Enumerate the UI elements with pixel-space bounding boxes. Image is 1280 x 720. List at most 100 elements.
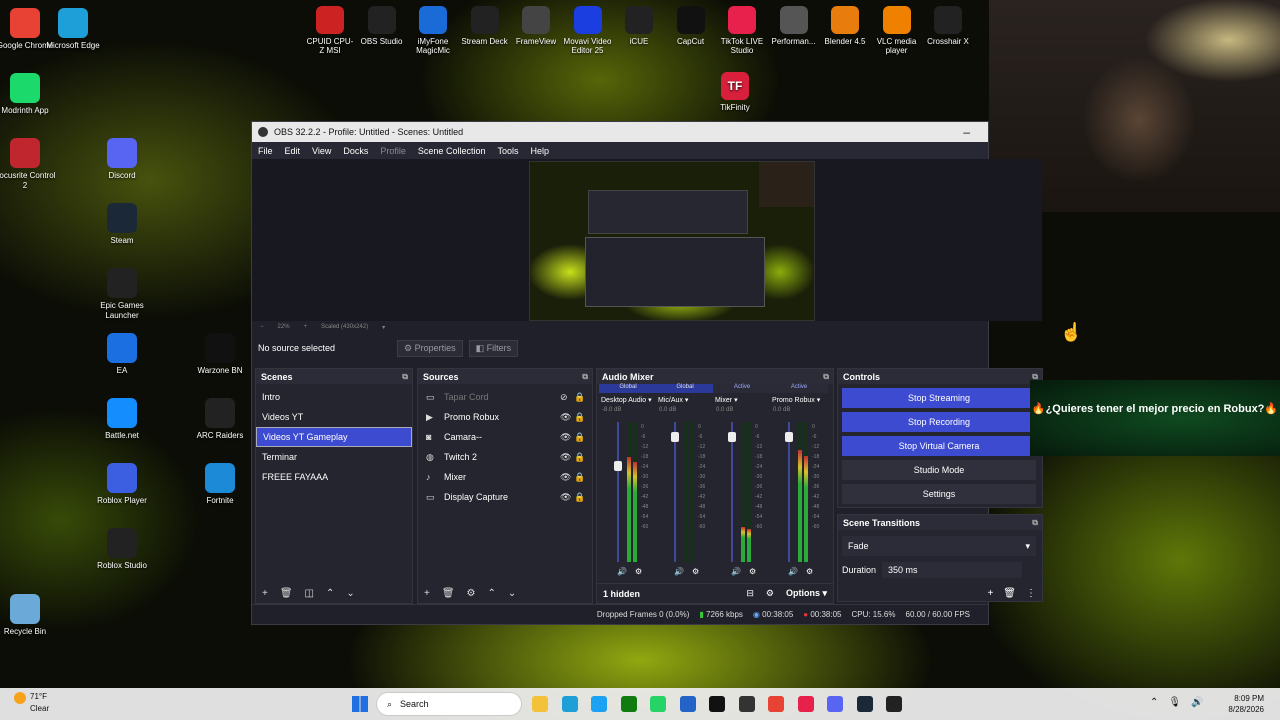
desktop-modrinth-shortcut[interactable]: Modrinth App: [0, 73, 56, 116]
taskbar-whatsapp-icon[interactable]: [650, 696, 666, 712]
source-item[interactable]: ◙ Camara-- 👁 🔒: [418, 427, 592, 447]
taskbar-tiktok-icon[interactable]: [709, 696, 725, 712]
start-button[interactable]: [352, 696, 368, 712]
channel-settings-icon[interactable]: ⚙: [806, 567, 813, 576]
taskbar-discord-icon[interactable]: [827, 696, 843, 712]
taskbar-file-explorer-icon[interactable]: [532, 696, 548, 712]
scene-item[interactable]: Videos YT: [256, 407, 412, 427]
menu-tools[interactable]: Tools: [491, 146, 524, 156]
desktop-fortnite-shortcut[interactable]: Fortnite: [189, 463, 251, 506]
volume-fader[interactable]: [614, 422, 622, 562]
down-icon[interactable]: ⌄: [508, 588, 516, 599]
volume-fader[interactable]: [728, 422, 736, 562]
duration-input[interactable]: 350 ms: [882, 562, 1023, 578]
add-icon[interactable]: +: [987, 588, 993, 599]
stop-streaming-button[interactable]: Stop Streaming: [842, 388, 1036, 408]
add-icon[interactable]: +: [424, 588, 430, 599]
add-icon[interactable]: +: [262, 588, 268, 599]
volume-fader[interactable]: [785, 422, 793, 562]
clock[interactable]: 8:09 PM 8/28/2026: [1228, 693, 1264, 715]
menu-edit[interactable]: Edit: [279, 146, 307, 156]
down-icon[interactable]: ⌄: [346, 588, 354, 599]
menu-docks[interactable]: Docks: [337, 146, 374, 156]
visibility-eye-icon[interactable]: 👁: [560, 432, 574, 443]
taskbar-chrome-icon[interactable]: [768, 696, 784, 712]
visibility-eye-icon[interactable]: ⊘: [560, 392, 574, 403]
trash-icon[interactable]: 🗑: [1003, 588, 1016, 599]
fader-knob[interactable]: [728, 432, 736, 443]
preview-area[interactable]: [252, 159, 1042, 321]
gear-icon[interactable]: ⚙: [467, 588, 476, 599]
zoom-level[interactable]: 22%: [278, 324, 290, 330]
desktop-streamdeck-shortcut[interactable]: Stream Deck: [460, 6, 510, 46]
trash-icon[interactable]: 🗑: [442, 588, 455, 599]
stop-recording-button[interactable]: Stop Recording: [842, 412, 1036, 432]
taskbar-twitter-icon[interactable]: [591, 696, 607, 712]
taskbar-store-icon[interactable]: [679, 696, 696, 712]
desktop-battlenet-shortcut[interactable]: Battle.net: [91, 398, 153, 441]
popout-icon[interactable]: ⧉: [582, 372, 588, 382]
taskbar-obs-active-icon[interactable]: [886, 696, 902, 712]
popout-icon[interactable]: ⧉: [823, 372, 829, 382]
desktop-arc-shortcut[interactable]: ARC Raiders: [189, 398, 251, 441]
mute-speaker-icon[interactable]: 🔊: [617, 567, 627, 576]
visibility-eye-icon[interactable]: 👁: [560, 472, 574, 483]
fader-knob[interactable]: [614, 461, 622, 471]
channel-name-dropdown[interactable]: Promo Robux ▾: [770, 393, 828, 407]
taskbar-obs-icon[interactable]: [738, 696, 755, 712]
menu-help[interactable]: Help: [524, 146, 555, 156]
channel-settings-icon[interactable]: ⚙: [692, 567, 699, 576]
channel-settings-icon[interactable]: ⚙: [635, 567, 642, 576]
desktop-steam-shortcut[interactable]: Steam: [91, 203, 153, 246]
source-item[interactable]: ◍ Twitch 2 👁 🔒: [418, 447, 592, 467]
desktop-edge-shortcut[interactable]: Microsoft Edge: [42, 8, 104, 51]
scene-item[interactable]: Terminar: [256, 447, 412, 467]
stop-virtual-camera-button[interactable]: Stop Virtual Camera: [842, 436, 1036, 456]
channel-name-dropdown[interactable]: Desktop Audio ▾: [599, 393, 657, 407]
taskbar-xbox-icon[interactable]: [620, 696, 637, 712]
mixer-settings-icon[interactable]: ⚙: [766, 588, 774, 599]
source-item[interactable]: ▶ Promo Robux 👁 🔒: [418, 407, 592, 427]
desktop-performance-shortcut[interactable]: Performan...: [769, 6, 819, 46]
visibility-eye-icon[interactable]: 👁: [560, 452, 574, 463]
properties-button[interactable]: ⚙ Properties: [397, 339, 463, 357]
preview-canvas[interactable]: [529, 161, 815, 321]
zoom-out-icon[interactable]: −: [260, 324, 264, 330]
chevron-up-icon[interactable]: ⌃: [1150, 697, 1158, 708]
filter-icon[interactable]: ◫: [305, 588, 314, 599]
visibility-eye-icon[interactable]: 👁: [560, 492, 574, 503]
menu-profile[interactable]: Profile: [374, 146, 412, 156]
channel-settings-icon[interactable]: ⚙: [749, 567, 756, 576]
desktop-tiktok-shortcut[interactable]: TikTok LIVE Studio: [717, 6, 767, 55]
desktop-discord-shortcut[interactable]: Discord: [91, 138, 153, 181]
tikfinity-icon[interactable]: TF TikFinity: [710, 72, 760, 112]
lock-icon[interactable]: 🔒: [574, 392, 588, 403]
desktop-cod-shortcut[interactable]: Warzone BN: [189, 333, 251, 376]
desktop-recycle-bin-shortcut[interactable]: Recycle Bin: [0, 594, 56, 637]
settings-button[interactable]: Settings: [842, 484, 1036, 504]
desktop-capcut-shortcut[interactable]: CapCut: [666, 6, 716, 46]
desktop-focusrite-shortcut[interactable]: Focusrite Control 2: [0, 138, 56, 191]
lock-icon[interactable]: 🔒: [574, 492, 588, 503]
taskbar-tiktok-live-icon[interactable]: [797, 696, 814, 712]
volume-fader[interactable]: [671, 422, 679, 562]
more-icon[interactable]: ⋮: [1026, 588, 1036, 599]
mute-speaker-icon[interactable]: 🔊: [788, 567, 798, 576]
desktop-movavi-shortcut[interactable]: Movavi Video Editor 25: [563, 6, 613, 55]
desktop-magicmic-shortcut[interactable]: iMyFone MagicMic: [408, 6, 458, 55]
taskbar-search[interactable]: ⌕ Search: [376, 692, 522, 716]
fader-knob[interactable]: [785, 432, 793, 443]
menu-scene-collection[interactable]: Scene Collection: [412, 146, 492, 156]
mute-speaker-icon[interactable]: 🔊: [674, 567, 684, 576]
options-button[interactable]: Options ▾: [786, 588, 827, 599]
trash-icon[interactable]: 🗑: [280, 588, 293, 599]
taskbar-steam-icon[interactable]: [856, 696, 873, 712]
desktop-frameview-shortcut[interactable]: FrameView: [511, 6, 561, 46]
up-icon[interactable]: ⌃: [488, 588, 496, 599]
lock-icon[interactable]: 🔒: [574, 452, 588, 463]
chevron-down-icon[interactable]: ▾: [382, 324, 385, 331]
source-item[interactable]: ▭ Display Capture 👁 🔒: [418, 487, 592, 507]
visibility-eye-icon[interactable]: 👁: [560, 412, 574, 423]
minimize-icon[interactable]: –: [963, 125, 970, 139]
desktop-epic-shortcut[interactable]: Epic Games Launcher: [91, 268, 153, 321]
